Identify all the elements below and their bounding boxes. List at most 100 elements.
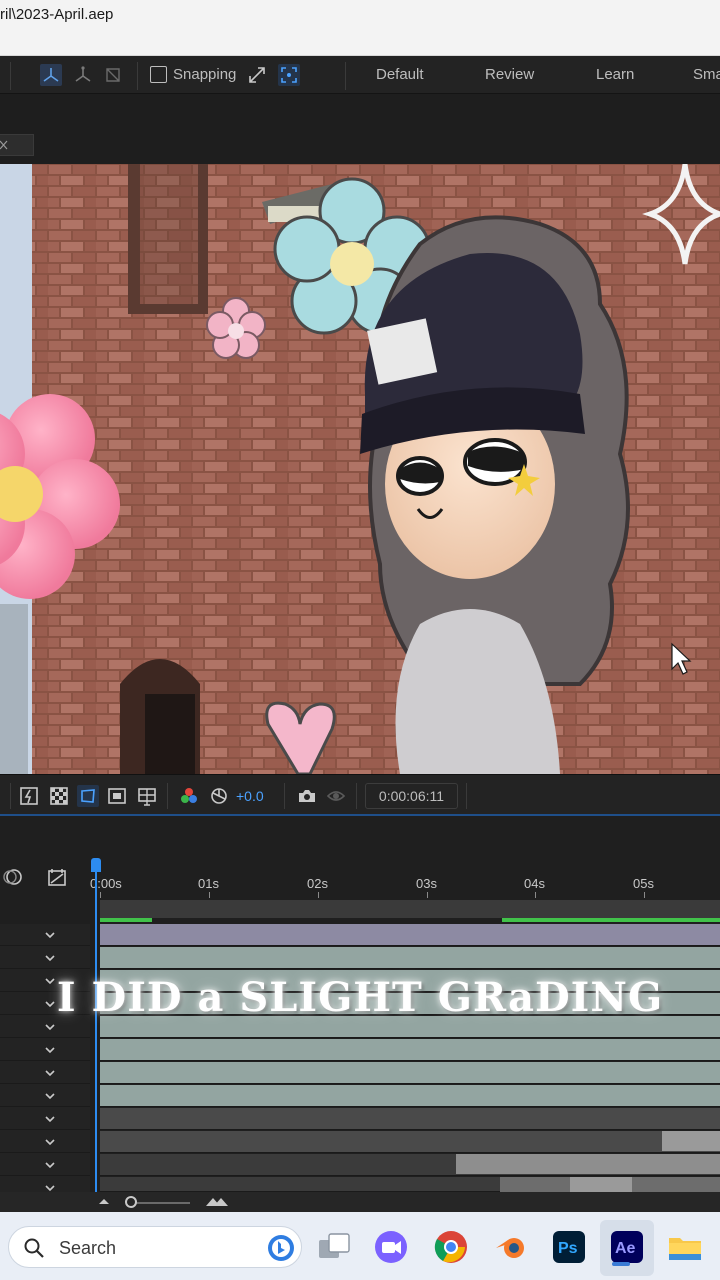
cached-frames-indicator	[100, 918, 152, 922]
ruler-tick	[209, 892, 210, 898]
layer-bar[interactable]	[456, 1154, 720, 1174]
chevron-down-icon[interactable]	[44, 1159, 56, 1171]
window-title: ril\2023-April.aep	[0, 6, 114, 23]
world-axis-icon[interactable]	[72, 64, 94, 86]
workspace-tab-review[interactable]: Review	[485, 66, 534, 83]
composition-tab[interactable]	[0, 134, 34, 156]
snapping-label: Snapping	[173, 66, 237, 83]
ruler-tick	[100, 892, 101, 898]
task-view-icon[interactable]	[315, 1228, 353, 1266]
time-label: 03s	[416, 876, 437, 891]
channels-icon[interactable]	[178, 785, 200, 807]
show-snapshot-icon[interactable]	[325, 785, 347, 807]
region-of-interest-icon[interactable]	[106, 785, 128, 807]
photoshop-icon[interactable]: Ps	[550, 1228, 588, 1266]
layer-bar[interactable]	[100, 1039, 720, 1061]
toolbar-divider	[137, 62, 138, 90]
layer-row[interactable]	[0, 1062, 90, 1084]
layer-bar[interactable]	[662, 1131, 720, 1151]
layer-track-empty[interactable]	[100, 1131, 720, 1153]
close-icon[interactable]	[0, 140, 8, 150]
windows-taskbar: Search Ps Ae	[0, 1212, 720, 1280]
motion-blur-switch-icon[interactable]	[2, 866, 24, 888]
snap-extend-icon[interactable]	[246, 64, 268, 86]
composition-viewer[interactable]	[0, 164, 720, 774]
chevron-down-icon[interactable]	[44, 1044, 56, 1056]
zoom-slider-handle[interactable]	[125, 1196, 137, 1208]
file-explorer-icon[interactable]	[666, 1228, 704, 1266]
composition-frame	[0, 164, 720, 774]
workspace-tab-learn[interactable]: Learn	[596, 66, 634, 83]
layer-row[interactable]	[0, 1039, 90, 1061]
time-label: 02s	[307, 876, 328, 891]
layer-bar[interactable]	[100, 1085, 720, 1107]
time-ruler[interactable]: 0:00s 01s 02s 03s 04s 05s	[90, 860, 720, 898]
snapping-checkbox[interactable]	[150, 66, 167, 83]
video-call-app-icon[interactable]	[372, 1228, 410, 1266]
ruler-tick	[318, 892, 319, 898]
layer-row[interactable]	[0, 1154, 90, 1176]
graph-editor-icon[interactable]	[46, 866, 68, 888]
layer-row[interactable]	[0, 947, 90, 969]
after-effects-icon[interactable]: Ae	[608, 1228, 646, 1266]
workspace-tab-default[interactable]: Default	[376, 66, 424, 83]
current-time-indicator[interactable]	[95, 860, 97, 1208]
svg-text:Ps: Ps	[558, 1240, 578, 1257]
local-axis-icon[interactable]	[40, 64, 62, 86]
bing-chat-icon[interactable]	[267, 1234, 295, 1262]
active-app-indicator	[612, 1262, 630, 1266]
chrome-icon[interactable]	[432, 1228, 470, 1266]
work-area-bar[interactable]	[100, 900, 720, 918]
layer-bar[interactable]	[570, 1177, 632, 1192]
layer-row[interactable]	[0, 1131, 90, 1153]
time-label: 01s	[198, 876, 219, 891]
search-icon	[24, 1238, 44, 1258]
layer-list	[0, 924, 90, 1212]
search-label: Search	[59, 1238, 117, 1258]
layer-row[interactable]	[0, 924, 90, 946]
mask-path-visibility-icon[interactable]	[77, 785, 99, 807]
video-caption-overlay: I DID a SLIGHT GRaDING	[56, 974, 664, 1021]
layer-bar[interactable]	[100, 1062, 720, 1084]
exposure-value[interactable]: +0.0	[236, 788, 264, 804]
time-label: 04s	[524, 876, 545, 891]
snap-target-icon[interactable]	[278, 64, 300, 86]
reset-exposure-icon[interactable]	[208, 785, 230, 807]
layer-bar[interactable]	[100, 947, 720, 969]
toolbar-divider	[10, 783, 11, 809]
blender-icon[interactable]	[492, 1228, 530, 1266]
timeline-zoom-bar	[0, 1192, 720, 1212]
chevron-down-icon[interactable]	[44, 952, 56, 964]
workspace-tab-small-screen[interactable]: Sma	[693, 66, 720, 83]
layer-row[interactable]	[0, 1085, 90, 1107]
composition-panel-header	[0, 94, 720, 164]
screen: ril\2023-April.aep Snapping Default Revi…	[0, 0, 720, 1280]
layer-bar[interactable]	[100, 924, 720, 946]
zoom-in-icon[interactable]	[205, 1195, 229, 1207]
chevron-down-icon[interactable]	[44, 1067, 56, 1079]
cached-frames-indicator	[502, 918, 720, 922]
toolbar-divider	[466, 783, 467, 809]
transparency-grid-icon[interactable]	[48, 785, 70, 807]
chevron-down-icon[interactable]	[44, 1136, 56, 1148]
fast-preview-icon[interactable]	[18, 785, 40, 807]
chevron-down-icon[interactable]	[44, 1113, 56, 1125]
grid-guides-icon[interactable]	[136, 785, 158, 807]
chevron-down-icon[interactable]	[44, 1021, 56, 1033]
time-label: 05s	[633, 876, 654, 891]
snapshot-camera-icon[interactable]	[296, 785, 318, 807]
chevron-down-icon[interactable]	[44, 1090, 56, 1102]
zoom-out-icon[interactable]	[98, 1197, 110, 1205]
view-axis-icon[interactable]	[102, 64, 124, 86]
layer-track-empty[interactable]	[100, 1108, 720, 1130]
window-titlebar: ril\2023-April.aep	[0, 0, 720, 56]
zoom-slider-track[interactable]	[130, 1202, 190, 1204]
layer-row[interactable]	[0, 1108, 90, 1130]
taskbar-search-box[interactable]: Search	[8, 1226, 302, 1268]
current-time-display[interactable]: 0:00:06:11	[365, 783, 458, 809]
chevron-down-icon[interactable]	[44, 929, 56, 941]
ruler-tick	[644, 892, 645, 898]
toolbar-divider	[356, 783, 357, 809]
viewer-controls-bar: +0.0 0:00:06:11	[0, 774, 720, 816]
svg-text:Ae: Ae	[615, 1240, 636, 1257]
